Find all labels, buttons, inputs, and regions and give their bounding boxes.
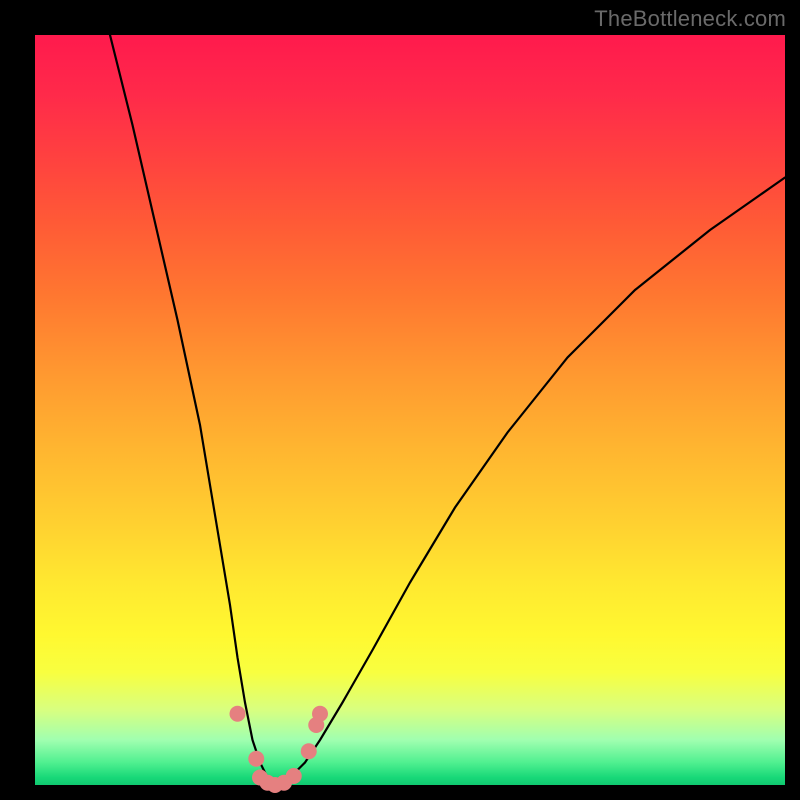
plot-area [35,35,785,785]
watermark-text: TheBottleneck.com [594,6,786,32]
curve-layer [35,35,785,785]
left-branch-path [110,35,275,785]
marker-dot [312,706,328,722]
marker-dot [286,768,302,784]
right-branch-path [275,178,785,786]
bottleneck-curve [110,35,785,785]
marker-dot [230,706,246,722]
marker-dot [248,751,264,767]
marker-points [230,706,329,793]
chart-frame: TheBottleneck.com [0,0,800,800]
marker-dot [301,743,317,759]
